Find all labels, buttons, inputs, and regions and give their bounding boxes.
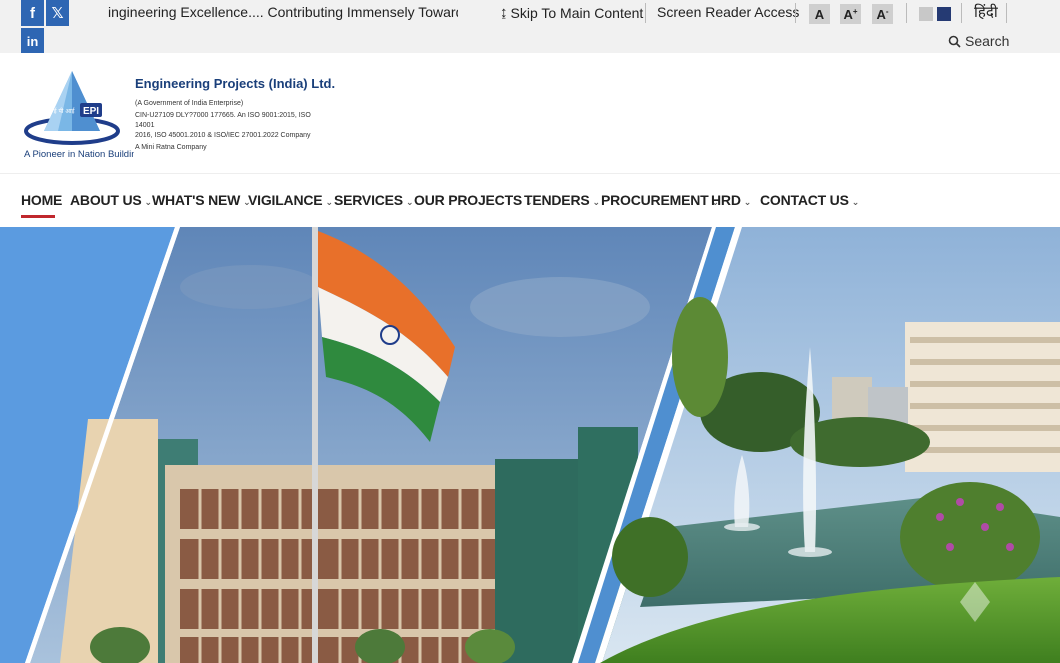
hero-collage (0, 227, 1060, 663)
divider (961, 3, 962, 23)
main-navigation: HOME ABOUT US ⌄ WHAT'S NEW ⌄ VIGILANCE ⌄ SE… (0, 173, 1060, 227)
dark-theme-swatch[interactable] (937, 7, 951, 21)
font-decrease-label: A (814, 6, 825, 22)
font-increase-label: A (843, 6, 853, 22)
light-theme-swatch[interactable] (919, 7, 933, 21)
skip-label: Skip To Main Content (510, 4, 644, 21)
nav-item-contact-us[interactable]: CONTACT US ⌄ (760, 192, 859, 208)
nav-item-home[interactable]: HOME (21, 192, 62, 208)
nav-item-our-projects[interactable]: OUR PROJECTS ⌄ (414, 192, 533, 208)
font-reset-label: A (876, 6, 886, 22)
nav-item-hrd[interactable]: HRD ⌄ (711, 192, 751, 208)
divider (1006, 3, 1007, 23)
nav-item-tenders[interactable]: TENDERS ⌄ (524, 192, 600, 208)
search-button[interactable]: Search (948, 33, 1009, 49)
nav-label: CONTACT US (760, 192, 849, 208)
organization-cin: CIN-U27109 DLY?7000 177665. An ISO 9001:… (135, 112, 311, 129)
divider (645, 3, 646, 23)
nav-label: OUR PROJECTS (414, 192, 523, 208)
top-utility-bar: f 𝕏 in ingineering Excellence.... Contri… (0, 0, 1060, 54)
divider (795, 3, 796, 23)
nav-item-services[interactable]: SERVICES ⌄ (334, 192, 414, 208)
linkedin-icon[interactable]: in (21, 28, 44, 54)
logo-tagline: A Pioneer in Nation Building (24, 149, 134, 160)
skip-to-main-link[interactable]: ↨ Skip To Main Content (500, 4, 643, 21)
news-marquee: ingineering Excellence.... Contributing … (108, 4, 458, 20)
hero-banner (0, 227, 1060, 663)
nav-label: PROCUREMENT (601, 192, 709, 208)
language-toggle-hindi[interactable]: हिंदी (974, 2, 998, 22)
x-twitter-icon[interactable]: 𝕏 (46, 0, 69, 26)
facebook-icon[interactable]: f (21, 0, 44, 26)
nav-label: HOME (21, 192, 63, 208)
chevron-down-icon: ⌄ (592, 197, 601, 207)
site-header: EPI ई पी आई A Pioneer in Nation Building… (0, 53, 1060, 173)
organization-iso: 2016, ISO 45001.2010 & ISO/IEC 27001.202… (135, 132, 311, 139)
organization-subtitle: (A Government of India Enterprise) (135, 100, 244, 107)
search-label: Search (965, 33, 1010, 49)
search-icon (948, 35, 961, 48)
plus-sup: + (852, 6, 858, 16)
nav-label: ABOUT US (70, 192, 142, 208)
nav-label: VIGILANCE (248, 192, 323, 208)
font-increase-button[interactable]: A + (840, 4, 861, 24)
active-indicator (21, 215, 55, 218)
divider (906, 3, 907, 23)
chevron-down-icon: ⌄ (851, 197, 860, 207)
minus-sup: - (885, 6, 889, 16)
logo-script: ई पी आई (54, 107, 76, 115)
nav-item-vigilance[interactable]: VIGILANCE ⌄ (248, 192, 333, 208)
nav-label: SERVICES (334, 192, 403, 208)
screen-reader-access-link[interactable]: Screen Reader Access (657, 4, 799, 20)
building-icon (905, 322, 1060, 472)
organization-info: Engineering Projects (India) Ltd. (A Gov… (135, 76, 335, 153)
font-decrease-button[interactable]: A (809, 4, 830, 24)
font-reset-button[interactable]: A- (872, 4, 893, 24)
skip-arrow-icon: ↨ (500, 4, 508, 21)
nav-label: TENDERS (524, 192, 590, 208)
chevron-down-icon: ⌄ (144, 197, 153, 207)
chevron-down-icon: ⌄ (743, 197, 752, 207)
nav-item-whats-new[interactable]: WHAT'S NEW ⌄ (152, 192, 251, 208)
nav-label: HRD (711, 192, 741, 208)
chevron-down-icon: ⌄ (325, 197, 333, 207)
nav-label: WHAT'S NEW (152, 192, 241, 208)
nav-item-about-us[interactable]: ABOUT US ⌄ (70, 192, 152, 208)
organization-ratna: A Mini Ratna Company (135, 144, 207, 151)
epi-logo[interactable]: EPI ई पी आई A Pioneer in Nation Building (24, 69, 134, 161)
logo-text: EPI (83, 106, 99, 117)
organization-name: Engineering Projects (India) Ltd. (135, 76, 336, 91)
nav-item-procurement[interactable]: PROCUREMENT ⌄ (601, 192, 719, 208)
chevron-down-icon: ⌄ (405, 197, 414, 207)
flag-pole (312, 227, 318, 663)
